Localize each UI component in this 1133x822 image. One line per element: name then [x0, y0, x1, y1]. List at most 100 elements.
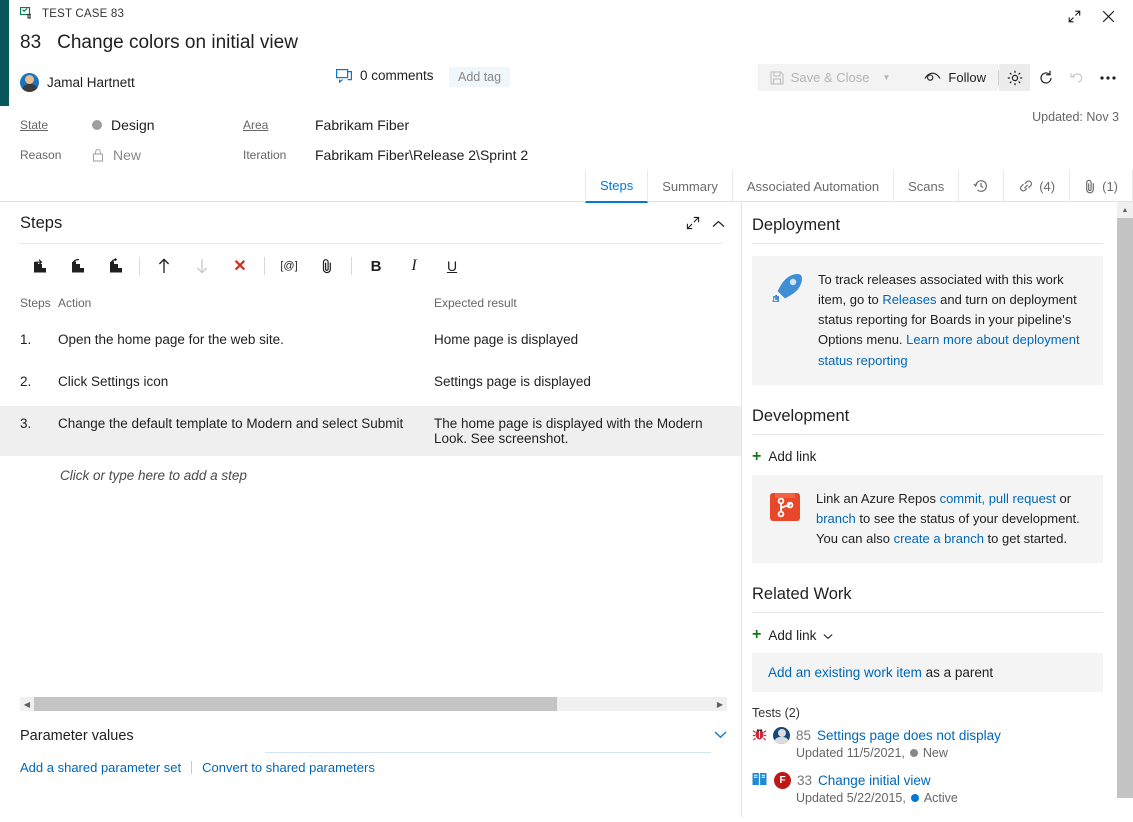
step-number: 3. — [20, 416, 58, 446]
scroll-left-icon[interactable]: ◀ — [20, 700, 34, 709]
save-icon — [770, 71, 784, 85]
underline-icon[interactable]: U — [433, 252, 471, 280]
page-title: 83 Change colors on initial view — [0, 28, 1133, 54]
step-expected[interactable]: Settings page is displayed — [434, 374, 741, 396]
history-icon — [973, 178, 989, 194]
lock-icon — [92, 148, 104, 162]
scroll-up-icon[interactable]: ▲ — [1117, 202, 1133, 218]
work-item-link[interactable]: Settings page does not display — [817, 728, 1001, 743]
steps-heading: Steps — [20, 214, 62, 233]
step-action[interactable]: Click Settings icon — [58, 374, 434, 396]
insert-shared-step-icon[interactable] — [96, 252, 134, 280]
convert-to-shared-parameters-link[interactable]: Convert to shared parameters — [202, 760, 375, 775]
steps-panel: Steps — [0, 202, 742, 817]
releases-link[interactable]: Releases — [882, 292, 936, 307]
table-row[interactable]: 2. Click Settings icon Settings page is … — [0, 364, 741, 406]
branch-link[interactable]: branch — [816, 511, 856, 526]
move-up-icon[interactable] — [145, 252, 183, 280]
assigned-to-name: Jamal Hartnett — [47, 75, 135, 90]
add-tag-button[interactable]: Add tag — [449, 67, 510, 87]
follow-label: Follow — [948, 70, 986, 85]
scrollbar-thumb[interactable] — [34, 697, 557, 711]
work-item-title[interactable]: Change colors on initial view — [57, 32, 298, 54]
add-step-placeholder[interactable]: Click or type here to add a step — [0, 456, 741, 483]
development-add-link-button[interactable]: + Add link — [752, 447, 1103, 475]
tab-scans[interactable]: Scans — [894, 170, 959, 202]
divider — [191, 761, 192, 774]
pull-request-link[interactable]: pull request — [989, 491, 1056, 506]
development-info-text: Link an Azure Repos commit, pull request… — [816, 489, 1087, 549]
tab-attachments[interactable]: (1) — [1070, 170, 1133, 202]
insert-step-icon[interactable] — [20, 252, 58, 280]
state-text: New — [923, 746, 948, 760]
table-row[interactable]: 1. Open the home page for the web site. … — [0, 322, 741, 364]
iteration-value[interactable]: Fabrikam Fiber\Release 2\Sprint 2 — [315, 147, 528, 163]
undo-icon — [1061, 64, 1092, 91]
comments-button[interactable]: 0 comments — [336, 68, 434, 83]
chevron-down-icon[interactable] — [714, 730, 727, 742]
list-item[interactable]: 85 Settings page does not display Update… — [752, 724, 1103, 770]
insert-step-after-icon[interactable] — [58, 252, 96, 280]
col-expected-result: Expected result — [434, 296, 741, 310]
expand-steps-icon[interactable] — [686, 216, 700, 233]
insert-parameter-icon[interactable]: [@] — [270, 252, 308, 280]
more-actions-icon[interactable] — [1092, 64, 1123, 91]
tab-steps[interactable]: Steps — [585, 170, 648, 203]
add-existing-work-item-link[interactable]: Add an existing work item — [768, 665, 922, 680]
state-value[interactable]: Design — [92, 117, 155, 133]
table-row[interactable]: 3. Change the default template to Modern… — [0, 406, 741, 456]
chevron-down-icon[interactable] — [823, 628, 833, 643]
vertical-scrollbar[interactable]: ▲ — [1117, 202, 1133, 817]
step-expected[interactable]: Home page is displayed — [434, 332, 741, 354]
tab-history[interactable] — [959, 170, 1004, 202]
italic-icon[interactable]: I — [395, 252, 433, 280]
work-item-toolbar: Jamal Hartnett 0 comments Add tag Save &… — [0, 54, 1133, 100]
expand-icon[interactable] — [1059, 5, 1089, 27]
work-item-link[interactable]: Change initial view — [818, 773, 931, 788]
refresh-icon[interactable] — [1030, 64, 1061, 91]
step-action[interactable]: Open the home page for the web site. — [58, 332, 434, 354]
collapse-steps-icon[interactable] — [712, 217, 725, 232]
scrollbar-thumb[interactable] — [1117, 218, 1133, 798]
tab-links[interactable]: (4) — [1004, 170, 1070, 202]
list-item[interactable]: F 33 Change initial view Updated 5/22/20… — [752, 770, 1103, 815]
action-buttons: Save & Close ▼ Follow — [758, 64, 1123, 91]
delete-icon[interactable]: ✕ — [221, 252, 259, 280]
area-value[interactable]: Fabrikam Fiber — [315, 117, 409, 133]
close-icon[interactable] — [1093, 5, 1123, 27]
add-shared-parameter-set-link[interactable]: Add a shared parameter set — [20, 760, 181, 775]
bold-icon[interactable]: B — [357, 252, 395, 280]
gear-icon[interactable] — [999, 64, 1030, 91]
related-work-add-link-button[interactable]: + Add link — [752, 625, 1103, 653]
commit-link[interactable]: commit, — [940, 491, 986, 506]
development-heading: Development — [752, 407, 1103, 426]
tab-attachments-count: (1) — [1102, 179, 1118, 194]
field-state: State Design — [20, 110, 1133, 140]
deployment-info-box: To track releases associated with this w… — [752, 256, 1103, 385]
create-branch-link[interactable]: create a branch — [894, 531, 984, 546]
deployment-heading: Deployment — [752, 216, 1103, 235]
work-item-id: 83 — [20, 32, 41, 54]
assigned-to[interactable]: Jamal Hartnett — [20, 73, 135, 92]
chevron-down-icon[interactable]: ▼ — [877, 73, 901, 82]
scroll-right-icon[interactable]: ▶ — [713, 700, 727, 709]
related-work-heading: Related Work — [752, 585, 1103, 604]
tab-bar: Steps Summary Associated Automation Scan… — [0, 170, 1133, 202]
work-item-fields: State Design Reason New Area Fabrikam Fi… — [0, 100, 1133, 162]
horizontal-scrollbar[interactable]: ◀ ▶ — [20, 697, 727, 711]
avatar: F — [774, 772, 791, 789]
step-action[interactable]: Change the default template to Modern an… — [58, 416, 434, 446]
parameter-values-section: Parameter values Add a shared parameter … — [0, 728, 741, 775]
steps-table: Steps Action Expected result 1. Open the… — [0, 296, 741, 483]
divider — [752, 612, 1103, 613]
save-and-close-button[interactable]: Save & Close ▼ — [758, 64, 913, 91]
tab-summary[interactable]: Summary — [648, 170, 733, 202]
scrollbar-track[interactable] — [34, 697, 713, 711]
tab-associated-automation[interactable]: Associated Automation — [733, 170, 894, 202]
step-expected[interactable]: The home page is displayed with the Mode… — [434, 416, 741, 446]
follow-button[interactable]: Follow — [912, 64, 998, 91]
attach-file-icon[interactable] — [308, 252, 346, 280]
work-item-id: 85 — [796, 728, 811, 743]
add-parent-box: Add an existing work item as a parent — [752, 653, 1103, 692]
comment-icon — [336, 69, 352, 83]
